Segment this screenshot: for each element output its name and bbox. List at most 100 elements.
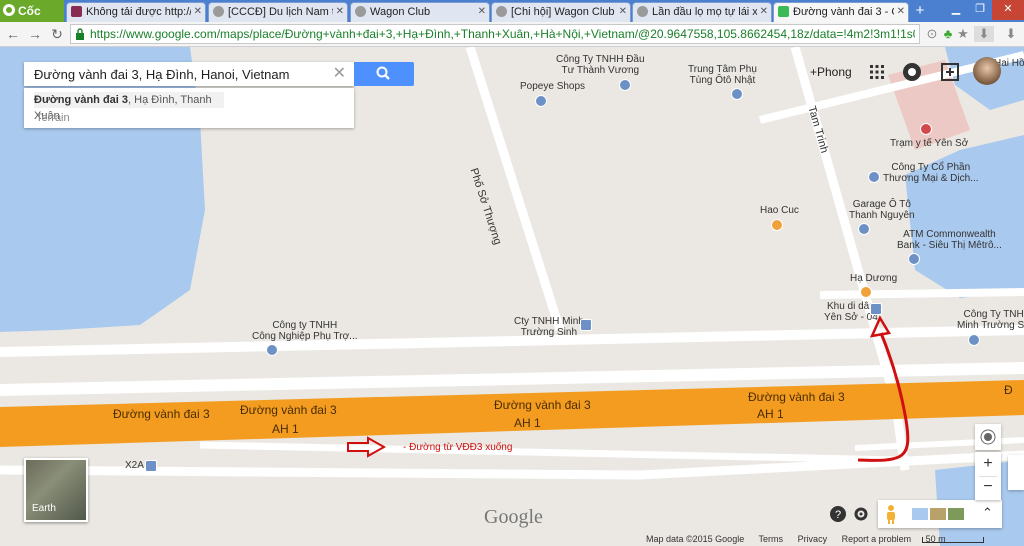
car-icon[interactable] (731, 88, 743, 100)
terms-link[interactable]: Terms (759, 534, 784, 544)
bus-stop-label-x2a[interactable]: X2A (125, 460, 144, 471)
close-window-button[interactable]: ✕ (992, 0, 1024, 20)
forward-button[interactable]: → (26, 24, 44, 44)
share-plus-icon[interactable] (940, 62, 960, 82)
road-label-ring3-1: Đường vành đai 3 (113, 407, 210, 421)
new-tab-button[interactable]: + (910, 2, 930, 20)
scale-bar (922, 537, 984, 543)
road-label-edge: Đ (1004, 383, 1013, 397)
poi-marker-icon[interactable] (868, 171, 880, 183)
report-problem-link[interactable]: Report a problem (842, 534, 912, 544)
clear-search-icon[interactable]: ✕ (333, 64, 346, 84)
car-icon[interactable] (858, 223, 870, 235)
bus-stop-icon[interactable] (580, 319, 592, 331)
steering-wheel-icon (355, 6, 366, 17)
minimize-button[interactable]: ▁ (944, 0, 968, 20)
apps-grid-icon[interactable] (867, 62, 887, 82)
browser-brand[interactable]: Cốc Cốc (0, 0, 64, 40)
road-label-ring3-3: Đường vành đai 3 (494, 398, 591, 412)
tab-vne[interactable]: Không tải được http://vne✕ (66, 2, 206, 22)
bus-stop-icon[interactable] (145, 460, 157, 472)
download-icon[interactable]: ⬇ (974, 26, 994, 42)
search-icon[interactable]: ⊙ (924, 26, 940, 42)
shopping-bag-icon[interactable] (535, 95, 547, 107)
poi-label-ha-duong[interactable]: Hạ Dương (850, 273, 897, 284)
steering-wheel-icon (496, 6, 507, 17)
zoom-in-button[interactable]: + (975, 452, 1001, 476)
poi-label-atm[interactable]: ATM Commonwealth Bank - Siêu Thị Mêtrô... (897, 229, 1002, 251)
reload-button[interactable]: ↻ (48, 24, 66, 44)
search-box[interactable]: ✕ (24, 62, 354, 86)
avatar[interactable] (973, 57, 1001, 85)
expand-icon[interactable]: ⌃ (982, 505, 993, 521)
poi-marker-icon[interactable] (266, 344, 278, 356)
restaurant-icon[interactable] (771, 219, 783, 231)
google-logo: Google (484, 506, 543, 528)
poi-label-cty-cong-nghiep[interactable]: Công ty TNHH Công Nghiệp Phụ Trợ... (252, 320, 358, 342)
search-icon (376, 66, 390, 80)
coccoc-logo-icon (3, 4, 15, 16)
download-arrow-icon[interactable]: ⬇ (1003, 26, 1019, 42)
maps-icon (778, 6, 789, 17)
tab-label: Wagon Club (370, 6, 431, 18)
address-bar[interactable]: https://www.google.com/maps/place/Đường+… (70, 24, 920, 44)
pegman-icon[interactable] (884, 504, 898, 524)
notifications-icon[interactable] (902, 62, 922, 82)
my-location-button[interactable] (975, 424, 1001, 450)
suggestion-item[interactable]: Đường vành đai 3, Hạ Đình, Thanh Xuân (34, 92, 224, 122)
road-label-ring3-4: Đường vành đai 3 (748, 390, 845, 404)
extension-icon[interactable]: ♣ (940, 26, 956, 42)
help-icon[interactable]: ? (829, 505, 847, 523)
maximize-button[interactable]: ❐ (968, 0, 992, 20)
restaurant-icon[interactable] (860, 286, 872, 298)
tab-cccd[interactable]: [CCCĐ] Du lịch Nam tiến✕ (208, 2, 348, 22)
close-icon[interactable]: ✕ (336, 3, 344, 21)
close-icon[interactable]: ✕ (760, 3, 768, 21)
route-annotation: - Đường từ VĐĐ3 xuống (403, 442, 513, 453)
poi-label-garage[interactable]: Garage Ô Tô Thanh Nguyên (849, 199, 915, 221)
earth-view-toggle[interactable]: Earth (24, 458, 88, 522)
road-label-ah1-2: AH 1 (514, 416, 541, 430)
search-input[interactable] (34, 64, 324, 84)
imagery-thumb[interactable] (930, 508, 946, 520)
close-icon[interactable]: ✕ (619, 3, 627, 21)
poi-label-popeye[interactable]: Popeye Shops (520, 81, 585, 92)
poi-marker-icon[interactable] (968, 334, 980, 346)
zoom-out-button[interactable]: − (975, 476, 1001, 500)
poi-label-tram-yte[interactable]: Trạm y tế Yên Sở (890, 138, 968, 149)
map-data-credit: Map data ©2015 Google (646, 534, 745, 544)
tab-label: Không tải được http://vne (86, 6, 191, 18)
imagery-strip[interactable]: ⌃ (878, 500, 1002, 528)
poi-label-trung-tam[interactable]: Trung Tâm Phụ Tùng Ôtô Nhật (688, 64, 757, 86)
bookmark-star-icon[interactable]: ★ (955, 26, 971, 42)
close-icon[interactable]: ✕ (194, 3, 202, 21)
tab-lan-dau[interactable]: Lần đầu lọ mọ tự lái xe đi✕ (632, 2, 772, 22)
poi-label-cty-co-phan[interactable]: Công Ty Cổ Phần Thương Mại & Dịch... (883, 162, 979, 184)
suggestion-bold: Đường vành đai 3 (34, 94, 129, 106)
back-button[interactable]: ← (4, 24, 22, 44)
close-icon[interactable]: ✕ (478, 3, 486, 21)
close-icon[interactable]: ✕ (897, 3, 905, 21)
tab-label: Lần đầu lọ mọ tự lái xe đi (652, 6, 757, 18)
tab-chi-hoi[interactable]: [Chi hội] Wagon Club - N✕ (491, 2, 631, 22)
bus-stop-icon[interactable] (870, 303, 882, 315)
bank-icon[interactable] (908, 253, 920, 265)
google-plus-link[interactable]: +Phong (810, 65, 852, 79)
poi-label-cty-minh[interactable]: Cty TNHH Minh Trường Sinh (514, 316, 584, 338)
imagery-thumb[interactable] (948, 508, 964, 520)
terrain-option[interactable]: Terrain (36, 112, 70, 124)
poi-label-cty-minh-right[interactable]: Công Ty TNHHMinh Trường Sinh (957, 309, 1024, 331)
tab-wagon-club[interactable]: Wagon Club ✕ (350, 2, 490, 22)
poi-label-cty-dau-tu[interactable]: Công Ty TNHH Đầu Tư Thành Vương (556, 54, 645, 76)
imagery-thumb[interactable] (912, 508, 928, 520)
privacy-link[interactable]: Privacy (798, 534, 828, 544)
hospital-icon[interactable] (920, 123, 932, 135)
tab-google-maps[interactable]: Đường vành đai 3 - Googl✕ (773, 2, 909, 22)
collapse-panel-button[interactable] (1008, 455, 1024, 490)
poi-marker-icon[interactable] (619, 79, 631, 91)
gear-icon[interactable] (852, 505, 870, 523)
zoom-control: + − (975, 452, 1001, 500)
road-label-ah1-3: AH 1 (757, 407, 784, 421)
poi-label-hao-cuc[interactable]: Hao Cuc (760, 205, 799, 216)
search-button[interactable] (354, 62, 414, 86)
